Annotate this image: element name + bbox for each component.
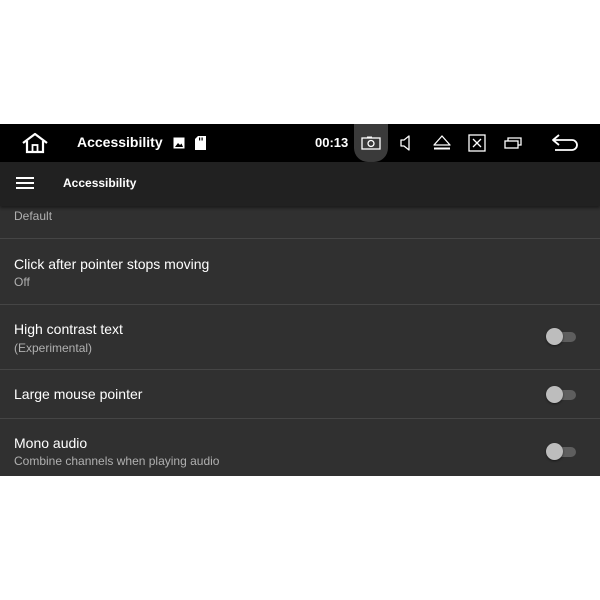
setting-title: Click after pointer stops moving: [14, 256, 210, 272]
screenshot-icon[interactable]: [361, 136, 381, 150]
high-contrast-toggle[interactable]: [546, 328, 578, 345]
setting-summary: (Experimental): [14, 341, 93, 355]
toggle-thumb: [546, 328, 563, 345]
setting-title: Mono audio: [14, 435, 88, 451]
setting-title: High contrast text: [14, 321, 123, 337]
device-screen: Accessibility 00:13 Accessibility Defaul…: [0, 124, 600, 476]
toggle-thumb: [546, 386, 563, 403]
home-icon[interactable]: [20, 131, 50, 155]
volume-icon[interactable]: [400, 135, 414, 151]
app-bar: Accessibility: [0, 162, 600, 206]
setting-summary: Default: [14, 209, 53, 223]
setting-item-click-after-pointer[interactable]: Click after pointer stops moving Off: [0, 239, 600, 304]
setting-item-mono-audio[interactable]: Mono audio Combine channels when playing…: [0, 419, 600, 476]
toggle-thumb: [546, 443, 563, 460]
status-bar: Accessibility 00:13: [0, 124, 600, 162]
status-title: Accessibility: [77, 134, 163, 150]
menu-icon[interactable]: [16, 176, 34, 190]
eject-icon[interactable]: [433, 135, 451, 151]
setting-title: Large mouse pointer: [14, 386, 143, 402]
large-pointer-toggle[interactable]: [546, 386, 578, 403]
clock: 00:13: [315, 135, 349, 150]
setting-summary: Combine channels when playing audio: [14, 454, 220, 468]
close-window-icon[interactable]: [468, 134, 486, 152]
setting-item-high-contrast-text[interactable]: High contrast text (Experimental): [0, 305, 600, 369]
image-icon: [173, 137, 185, 149]
page-title: Accessibility: [63, 176, 137, 190]
window-icon[interactable]: [504, 137, 522, 149]
sd-card-icon: [195, 136, 206, 150]
setting-summary: Off: [14, 275, 30, 289]
setting-item-large-mouse-pointer[interactable]: Large mouse pointer: [0, 370, 600, 418]
mono-audio-toggle[interactable]: [546, 443, 578, 460]
back-icon[interactable]: [550, 133, 580, 153]
